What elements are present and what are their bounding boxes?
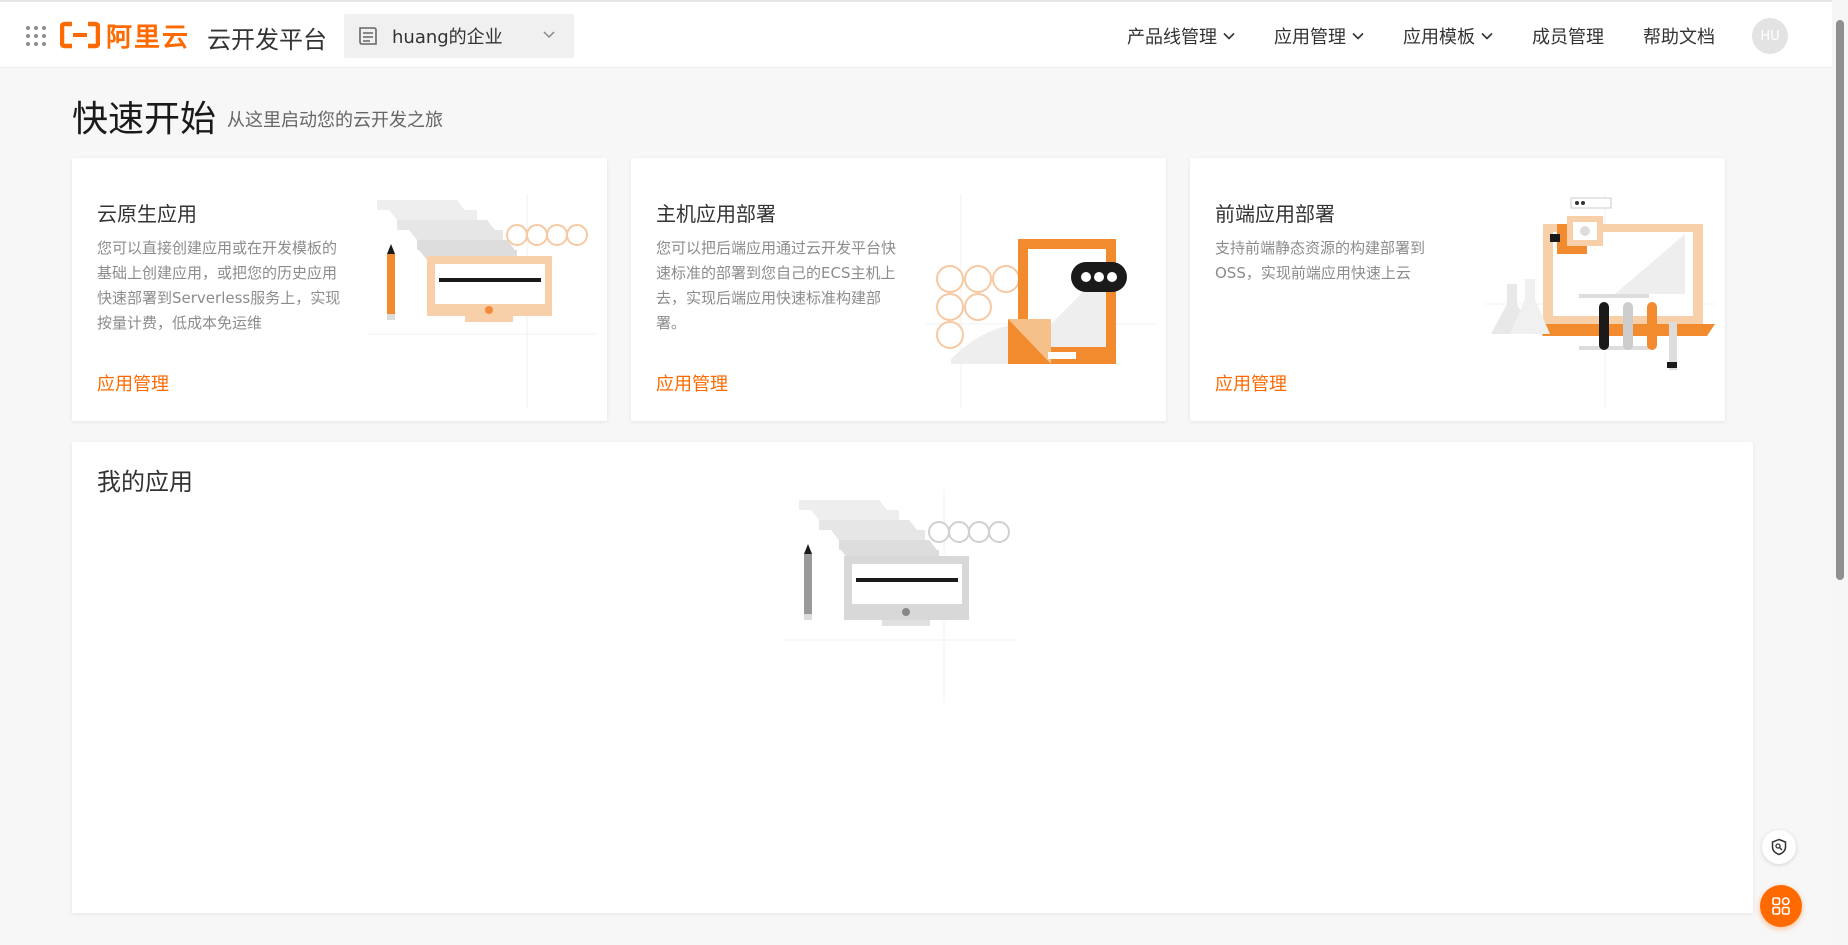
nav-app-templates[interactable]: 应用模板 (1403, 23, 1493, 49)
chevron-down-icon (1223, 32, 1235, 40)
scrollbar-thumb[interactable] (1836, 20, 1844, 580)
cloud-native-illustration (367, 194, 597, 409)
card-description: 您可以把后端应用通过云开发平台快速标准的部署到您自己的ECS主机上去，实现后端应… (656, 239, 897, 332)
page-subtitle: 从这里启动您的云开发之旅 (227, 110, 443, 131)
nav-app-management[interactable]: 应用管理 (1274, 23, 1364, 49)
nav-item-label: 应用管理 (1274, 27, 1346, 48)
aliyun-logo[interactable]: 阿里云 (60, 18, 191, 53)
page-title: 快速开始 (72, 99, 217, 140)
my-apps-title: 我的应用 (97, 468, 193, 496)
logo-text: 阿里云 (106, 22, 191, 53)
card-app-management-link[interactable]: 应用管理 (656, 370, 728, 396)
nav-member-management[interactable]: 成员管理 (1532, 23, 1604, 49)
tenant-selector[interactable]: huang的企业 (344, 14, 574, 58)
card-title: 主机应用部署 (656, 202, 776, 226)
my-apps-panel: 我的应用 (72, 442, 1753, 913)
apps-floating-button[interactable] (1760, 885, 1802, 927)
empty-state-illustration (784, 490, 1014, 702)
tenant-label: huang的企业 (392, 27, 503, 48)
card-title: 云原生应用 (97, 202, 197, 226)
frontend-deploy-illustration (1485, 194, 1715, 409)
card-app-management-link[interactable]: 应用管理 (97, 370, 169, 396)
enterprise-icon (359, 27, 377, 45)
page-scrollbar[interactable] (1832, 0, 1848, 945)
shield-icon (1771, 838, 1787, 856)
nav-item-label: 成员管理 (1532, 27, 1604, 48)
chevron-down-icon (1352, 32, 1364, 40)
card-description: 您可以直接创建应用或在开发模板的基础上创建应用，或把您的历史应用快速部署到Ser… (97, 239, 341, 332)
aliyun-logo-mark-icon (60, 21, 100, 49)
quick-start-card-cloud-native[interactable]: 云原生应用 您可以直接创建应用或在开发模板的基础上创建应用，或把您的历史应用快速… (72, 158, 607, 421)
card-app-management-link[interactable]: 应用管理 (1215, 370, 1287, 396)
chevron-down-icon (543, 31, 555, 39)
user-avatar[interactable]: HU (1752, 18, 1788, 54)
apps-grid-icon[interactable] (26, 26, 46, 46)
card-description: 支持前端静态资源的构建部署到OSS，实现前端应用快速上云 (1215, 239, 1426, 282)
platform-title: 云开发平台 (207, 26, 327, 54)
card-title: 前端应用部署 (1215, 202, 1335, 226)
quick-start-card-host-deploy[interactable]: 主机应用部署 您可以把后端应用通过云开发平台快速标准的部署到您自己的ECS主机上… (631, 158, 1166, 421)
quick-start-card-frontend-deploy[interactable]: 前端应用部署 支持前端静态资源的构建部署到OSS，实现前端应用快速上云 应用管理 (1190, 158, 1725, 421)
chevron-down-icon (1481, 32, 1493, 40)
apps-icon (1772, 897, 1790, 915)
nav-help-docs[interactable]: 帮助文档 (1643, 23, 1715, 49)
nav-item-label: 帮助文档 (1643, 27, 1715, 48)
main-nav: 产品线管理 应用管理 应用模板 成员管理 帮助文档 HU (1088, 2, 1832, 70)
nav-item-label: 应用模板 (1403, 27, 1475, 48)
host-deploy-illustration (926, 194, 1156, 409)
top-navigation-bar: 阿里云 云开发平台 huang的企业 产品线管理 应用管理 应用模板 成员管理 … (0, 0, 1832, 68)
nav-item-label: 产品线管理 (1127, 27, 1217, 48)
security-floating-button[interactable] (1762, 830, 1796, 864)
nav-product-line-management[interactable]: 产品线管理 (1127, 23, 1235, 49)
